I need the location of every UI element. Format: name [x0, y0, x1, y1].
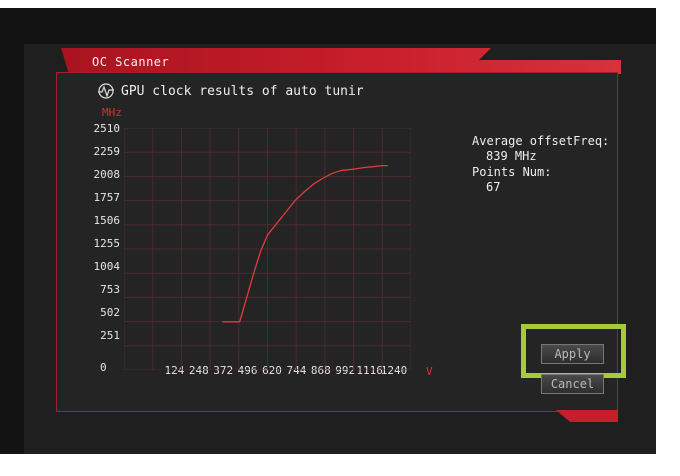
points-num-value: 67 [486, 180, 501, 194]
y-tick-label: 1757 [93, 191, 121, 204]
y-tick-label: 2510 [93, 122, 121, 135]
corner-accent [556, 410, 618, 422]
clock-chart [124, 128, 411, 370]
clock-curve-line [222, 164, 388, 323]
apply-button[interactable]: Apply [541, 344, 604, 364]
chart-heading: GPU clock results of auto tunir [121, 84, 364, 99]
y-tick-label: 251 [100, 329, 120, 342]
y-tick-label: 753 [100, 283, 120, 296]
window-title: OC Scanner [92, 55, 170, 69]
y-tick-label: 1506 [93, 214, 121, 227]
y-tick-label: 2259 [93, 145, 121, 158]
y-tick-label: 502 [100, 306, 120, 319]
y-tick-label: 2008 [93, 168, 121, 181]
y-tick-label: 1004 [93, 260, 121, 273]
points-num-label: Points Num: [472, 165, 552, 179]
y-axis-unit: MHz [102, 106, 122, 119]
avg-offset-value: 839 MHz [486, 149, 537, 163]
gpu-waveform-icon [98, 83, 114, 99]
x-tick-label: 0 [100, 361, 107, 374]
y-tick-label: 1255 [93, 237, 121, 250]
avg-offset-label: Average offsetFreq: [472, 134, 610, 148]
cancel-button[interactable]: Cancel [541, 374, 604, 394]
x-axis-unit: V [426, 365, 433, 378]
